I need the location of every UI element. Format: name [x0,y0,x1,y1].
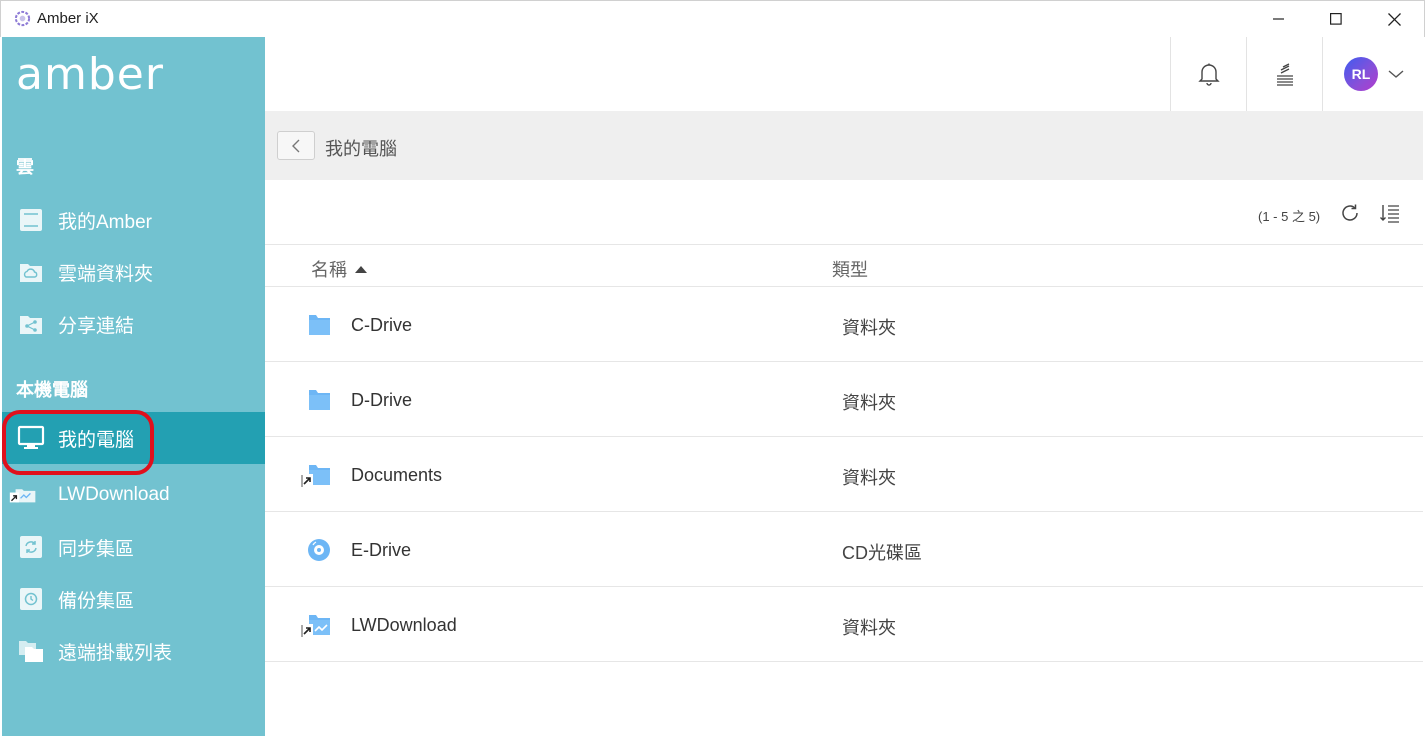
tasks-button[interactable] [1246,37,1322,111]
column-header-type[interactable]: 類型 [832,256,868,282]
close-button[interactable] [1371,1,1417,37]
sidebar-item-label: 分享連結 [58,315,135,337]
sort-button[interactable] [1376,199,1404,227]
table-row[interactable]: Documents 資料夾 [265,437,1423,512]
amber-device-icon [17,206,45,234]
sidebar-item-label: 我的Amber [58,211,152,233]
sidebar-item-lwdownload[interactable]: LWDownload [2,469,265,521]
row-type: 資料夾 [842,318,896,338]
bell-icon [1197,63,1220,86]
row-type: 資料夾 [842,618,896,638]
refresh-icon [1342,204,1358,221]
row-name: C-Drive [351,315,412,335]
maximize-icon [1330,13,1342,25]
disc-icon [308,539,330,561]
refresh-button[interactable] [1336,199,1364,227]
minimize-icon [1273,18,1284,20]
row-type: 資料夾 [842,393,896,413]
sort-list-icon [1380,205,1399,223]
chevron-left-icon [292,139,300,152]
table-row[interactable]: C-Drive 資料夾 [265,287,1423,362]
shortcut-folder-icon [301,465,330,487]
row-type: 資料夾 [842,468,896,488]
amber-logo: amber [16,49,164,100]
sidebar-item-share-links[interactable]: 分享連結 [2,298,265,350]
row-name: LWDownload [351,615,457,635]
monitor-icon [17,424,45,452]
sidebar-item-label: 雲端資料夾 [58,263,154,285]
sync-icon [17,533,45,561]
item-count: (1 - 5 之 5) [1258,209,1321,224]
user-menu-button[interactable]: RL [1322,37,1425,111]
column-header-name-label: 名稱 [311,260,347,280]
share-icon [17,310,45,338]
avatar: RL [1344,57,1378,91]
sidebar-item-remote-mount-list[interactable]: 遠端掛載列表 [2,625,265,677]
column-header-name[interactable]: 名稱 [311,256,367,282]
row-name: D-Drive [351,390,412,410]
sidebar-item-sync-pool[interactable]: 同步集區 [2,521,265,573]
sidebar-item-label: 我的電腦 [58,429,135,451]
app-logo-icon [14,10,31,27]
row-name: Documents [351,465,443,485]
sidebar-item-label: 遠端掛載列表 [58,642,173,664]
cloud-folder-icon [17,258,45,286]
title-bar: Amber iX [0,0,1425,37]
chevron-down-icon [1388,70,1404,78]
table-header: 名稱 類型 [265,244,1423,287]
breadcrumb: 我的電腦 [265,111,1423,180]
sidebar-item-label: 同步集區 [58,538,135,560]
folder-icon [309,315,330,335]
table-row[interactable]: D-Drive 資料夾 [265,362,1423,437]
header-bar: RL [265,37,1425,111]
row-type: CD光碟區 [842,543,922,563]
breadcrumb-current: 我的電腦 [325,139,397,159]
notifications-button[interactable] [1170,37,1246,111]
sidebar-item-backup-pool[interactable]: 備份集區 [2,573,265,625]
shortcut-folder-icon [9,481,37,509]
table-row[interactable]: LWDownload 資料夾 [265,587,1423,662]
back-button[interactable] [277,131,315,160]
sidebar-item-cloud-folder[interactable]: 雲端資料夾 [2,246,265,298]
section-cloud: 雲 [16,157,34,177]
sidebar-item-my-amber[interactable]: 我的Amber [2,194,265,246]
task-list-icon [1276,63,1293,86]
maximize-button[interactable] [1313,1,1359,37]
sidebar-item-label: 備份集區 [58,590,135,612]
folder-icon [309,390,330,410]
minimize-button[interactable] [1256,1,1302,37]
close-icon [1387,12,1401,26]
sidebar: amber 雲 我的Amber 雲端資料夾 分享連結 本機電腦 我的電腦 LWD… [2,37,265,736]
section-local: 本機電腦 [16,380,88,400]
window-title: Amber iX [37,10,99,27]
remote-folder-icon [17,637,45,665]
table-row[interactable]: E-Drive CD光碟區 [265,512,1423,587]
backup-icon [17,585,45,613]
sort-ascending-icon [355,265,367,273]
shortcut-folder-icon [301,615,330,637]
row-name: E-Drive [351,540,412,560]
sidebar-item-label: LWDownload [58,484,170,505]
sidebar-item-my-computer[interactable]: 我的電腦 [2,412,265,464]
